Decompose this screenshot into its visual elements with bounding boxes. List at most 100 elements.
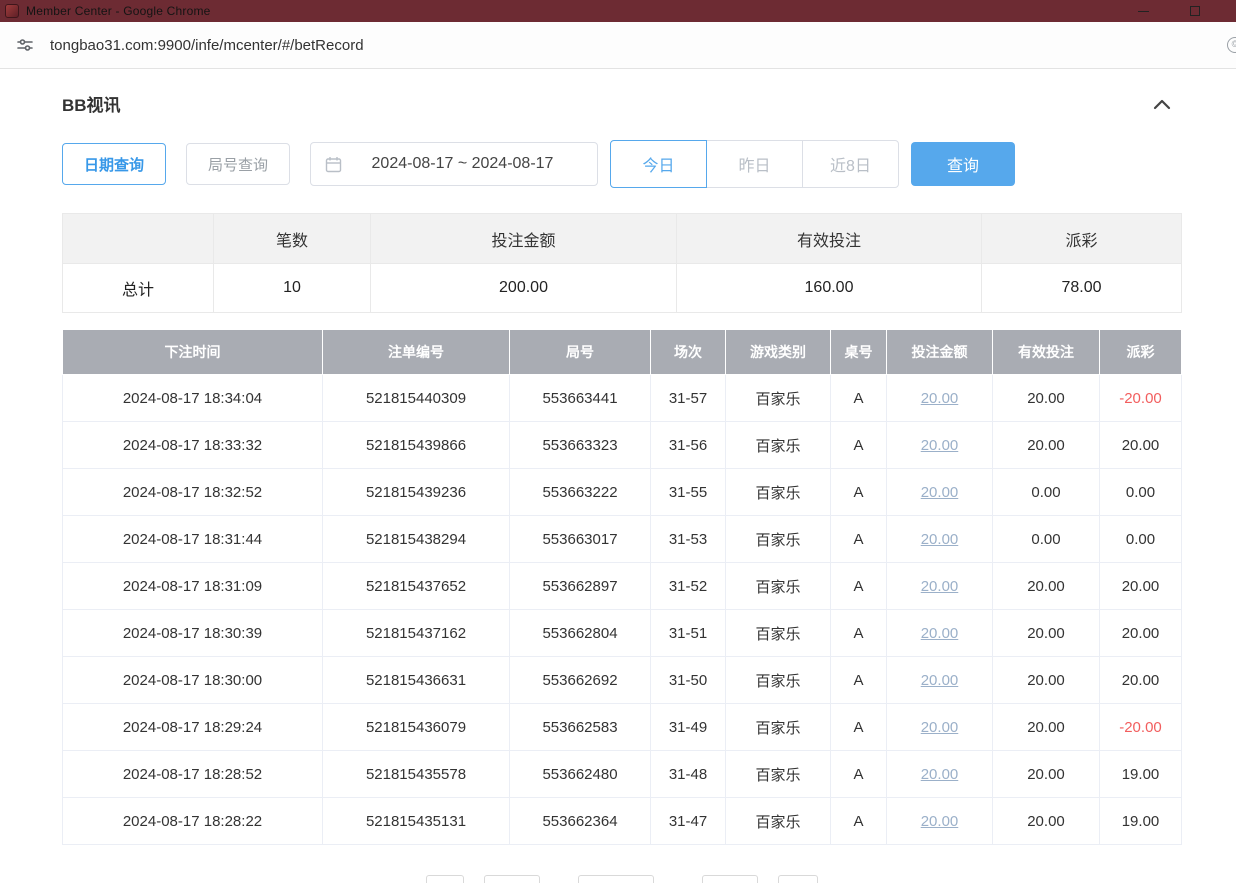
bet-records-table: 下注时间 注单编号 局号 场次 游戏类别 桌号 投注金额 有效投注 派彩 202…	[62, 329, 1182, 845]
cell-bet-number: 521815435131	[323, 798, 510, 845]
date-query-tab[interactable]: 日期查询	[62, 143, 166, 185]
cell-bet-number: 521815435578	[323, 751, 510, 798]
bet-amount-link[interactable]: 20.00	[921, 766, 959, 783]
summary-header-valid-bet: 有效投注	[677, 214, 982, 264]
summary-valid-bet: 160.00	[677, 264, 982, 313]
summary-header-blank	[63, 214, 214, 264]
cell-round-number: 553662897	[510, 563, 651, 610]
today-button[interactable]: 今日	[610, 140, 707, 188]
cell-valid-bet: 20.00	[993, 657, 1100, 704]
cell-bet-amount: 20.00	[887, 563, 993, 610]
cell-table-number: A	[831, 422, 887, 469]
cell-bet-number: 521815436079	[323, 704, 510, 751]
cell-bet-amount: 20.00	[887, 516, 993, 563]
search-button[interactable]: 查询	[911, 142, 1015, 186]
bet-amount-link[interactable]: 20.00	[921, 672, 959, 689]
cell-round-number: 553662364	[510, 798, 651, 845]
maximize-button[interactable]	[1188, 4, 1202, 18]
summary-header-bet-amount: 投注金额	[371, 214, 677, 264]
date-range-picker[interactable]: 2024-08-17 ~ 2024-08-17	[310, 142, 598, 186]
table-row: 2024-08-17 18:34:04 521815440309 5536634…	[63, 375, 1182, 422]
cell-table-number: A	[831, 610, 887, 657]
header-session: 场次	[651, 330, 726, 375]
cell-payout: -20.00	[1100, 704, 1182, 751]
bet-amount-link[interactable]: 20.00	[921, 531, 959, 548]
bet-amount-link[interactable]: 20.00	[921, 484, 959, 501]
cell-bet-time: 2024-08-17 18:31:09	[63, 563, 323, 610]
address-bar: tongbao31.com:9900/infe/mcenter/#/betRec…	[0, 22, 1236, 69]
header-bet-time: 下注时间	[63, 330, 323, 375]
cell-bet-time: 2024-08-17 18:34:04	[63, 375, 323, 422]
pagination-jump-input[interactable]	[702, 875, 758, 883]
table-row: 2024-08-17 18:31:09 521815437652 5536628…	[63, 563, 1182, 610]
header-bet-number: 注单编号	[323, 330, 510, 375]
tune-icon[interactable]	[14, 34, 36, 56]
bet-amount-link[interactable]: 20.00	[921, 390, 959, 407]
cell-game-type: 百家乐	[726, 798, 831, 845]
cell-bet-number: 521815439866	[323, 422, 510, 469]
pagination-prev-button[interactable]	[426, 875, 464, 883]
bet-amount-link[interactable]: 20.00	[921, 813, 959, 830]
cell-valid-bet: 20.00	[993, 751, 1100, 798]
cell-payout: -20.00	[1100, 375, 1182, 422]
cell-game-type: 百家乐	[726, 375, 831, 422]
url-input[interactable]: tongbao31.com:9900/infe/mcenter/#/betRec…	[50, 37, 364, 54]
cell-bet-number: 521815436631	[323, 657, 510, 704]
table-row: 2024-08-17 18:30:39 521815437162 5536628…	[63, 610, 1182, 657]
cell-valid-bet: 20.00	[993, 563, 1100, 610]
cell-game-type: 百家乐	[726, 610, 831, 657]
cell-session: 31-56	[651, 422, 726, 469]
cell-valid-bet: 20.00	[993, 375, 1100, 422]
cell-bet-number: 521815439236	[323, 469, 510, 516]
cell-round-number: 553662692	[510, 657, 651, 704]
last-8-days-button[interactable]: 近8日	[802, 140, 899, 188]
cell-session: 31-55	[651, 469, 726, 516]
summary-bet-amount: 200.00	[371, 264, 677, 313]
cell-round-number: 553663323	[510, 422, 651, 469]
cell-bet-time: 2024-08-17 18:28:52	[63, 751, 323, 798]
collapse-button[interactable]	[1153, 98, 1171, 110]
quick-date-group: 今日 昨日 近8日	[610, 140, 899, 188]
pagination-page-button[interactable]	[484, 875, 540, 883]
minimize-button[interactable]	[1136, 4, 1150, 18]
table-row: 2024-08-17 18:28:52 521815435578 5536624…	[63, 751, 1182, 798]
cell-valid-bet: 0.00	[993, 469, 1100, 516]
cell-bet-time: 2024-08-17 18:33:32	[63, 422, 323, 469]
header-valid-bet: 有效投注	[993, 330, 1100, 375]
cell-valid-bet: 20.00	[993, 704, 1100, 751]
bet-amount-link[interactable]: 20.00	[921, 625, 959, 642]
bet-amount-link[interactable]: 20.00	[921, 719, 959, 736]
cell-valid-bet: 0.00	[993, 516, 1100, 563]
cell-table-number: A	[831, 704, 887, 751]
cell-payout: 19.00	[1100, 751, 1182, 798]
cell-payout: 20.00	[1100, 422, 1182, 469]
bet-amount-link[interactable]: 20.00	[921, 437, 959, 454]
summary-total-label: 总计	[63, 264, 214, 313]
cell-bet-amount: 20.00	[887, 422, 993, 469]
yesterday-button[interactable]: 昨日	[706, 140, 803, 188]
summary-row: 总计 10 200.00 160.00 78.00	[63, 264, 1182, 313]
round-query-tab[interactable]: 局号查询	[186, 143, 290, 185]
table-row: 2024-08-17 18:29:24 521815436079 5536625…	[63, 704, 1182, 751]
cell-table-number: A	[831, 657, 887, 704]
cell-game-type: 百家乐	[726, 516, 831, 563]
cell-payout: 0.00	[1100, 469, 1182, 516]
cell-session: 31-49	[651, 704, 726, 751]
table-row: 2024-08-17 18:30:00 521815436631 5536626…	[63, 657, 1182, 704]
cell-session: 31-53	[651, 516, 726, 563]
cell-bet-amount: 20.00	[887, 704, 993, 751]
cell-bet-amount: 20.00	[887, 751, 993, 798]
cell-session: 31-51	[651, 610, 726, 657]
bet-amount-link[interactable]: 20.00	[921, 578, 959, 595]
minimize-icon	[1138, 11, 1149, 12]
cell-bet-number: 521815437652	[323, 563, 510, 610]
extension-icon[interactable]: ©	[1227, 37, 1236, 53]
table-row: 2024-08-17 18:32:52 521815439236 5536632…	[63, 469, 1182, 516]
pagination-next-button[interactable]	[778, 875, 818, 883]
summary-count: 10	[214, 264, 371, 313]
pagination-size-select[interactable]	[578, 875, 654, 883]
header-bet-amount: 投注金额	[887, 330, 993, 375]
calendar-icon	[325, 156, 342, 173]
summary-payout: 78.00	[982, 264, 1182, 313]
page-title: BB视讯	[62, 91, 121, 116]
